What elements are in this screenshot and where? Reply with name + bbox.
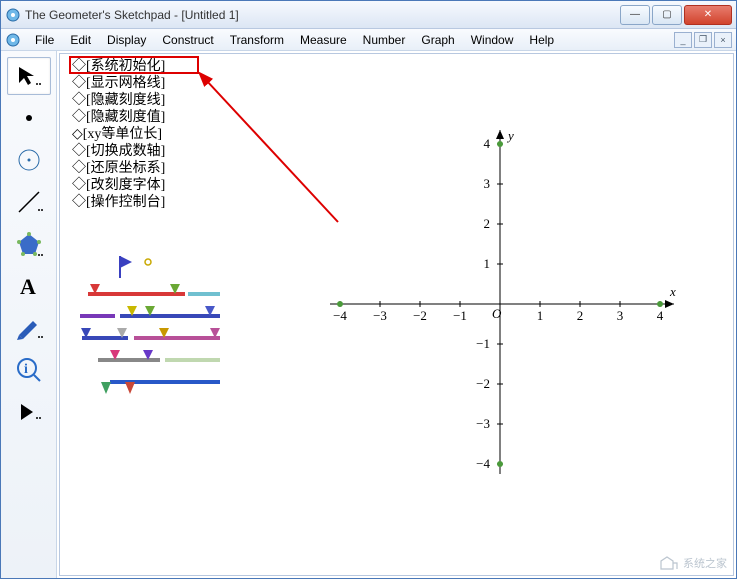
arrow-tool[interactable] [7,57,51,95]
script-item-hide-ticks[interactable]: ◇[隐藏刻度线] [72,92,165,109]
menu-help[interactable]: Help [521,31,562,49]
svg-text:−1: −1 [453,308,467,323]
svg-text:2: 2 [484,216,491,231]
menu-edit[interactable]: Edit [62,31,99,49]
svg-text:−2: −2 [476,376,490,391]
app-icon-small[interactable] [5,32,21,48]
minimize-button[interactable]: — [620,5,650,25]
svg-text:−4: −4 [476,456,490,471]
highlight-box [69,56,199,74]
custom-icon [15,400,43,424]
script-item-console[interactable]: ◇[操作控制台] [72,194,165,211]
watermark-text: 系统之家 [683,555,727,571]
svg-text:3: 3 [484,176,491,191]
svg-text:−3: −3 [373,308,387,323]
info-icon: i [16,357,42,383]
svg-text:−4: −4 [333,308,347,323]
svg-text:x: x [669,284,676,299]
doc-window-controls: _ ❐ × [674,32,732,48]
svg-text:−3: −3 [476,416,490,431]
svg-text:1: 1 [484,256,491,271]
menubar: File Edit Display Construct Transform Me… [1,29,736,51]
watermark-icon [659,555,679,571]
marker-icon [15,315,43,341]
menu-graph[interactable]: Graph [413,31,462,49]
info-tool[interactable]: i [7,351,51,389]
window-controls: — ▢ ✕ [618,5,732,25]
arrow-icon [15,64,43,88]
menu-number[interactable]: Number [355,31,414,49]
svg-text:4: 4 [484,136,491,151]
watermark: 系统之家 [659,555,727,571]
script-item-hide-values[interactable]: ◇[隐藏刻度值] [72,109,165,126]
compass-icon [16,147,42,173]
menu-display[interactable]: Display [99,31,154,49]
svg-text:i: i [24,362,28,377]
text-tool[interactable]: A [7,267,51,305]
custom-tool[interactable] [7,393,51,431]
titlebar: The Geometer's Sketchpad - [Untitled 1] … [1,1,736,29]
menu-file[interactable]: File [27,31,62,49]
point-icon [19,108,39,128]
polygon-tool[interactable] [7,225,51,263]
script-list: ◇[系统初始化] ◇[显示网格线] ◇[隐藏刻度线] ◇[隐藏刻度值] ◇[xy… [72,58,165,211]
svg-text:3: 3 [617,308,624,323]
menu-window[interactable]: Window [463,31,522,49]
doc-restore-button[interactable]: ❐ [694,32,712,48]
maximize-button[interactable]: ▢ [652,5,682,25]
polygon-icon [15,230,43,258]
point-tool[interactable] [7,99,51,137]
svg-text:1: 1 [537,308,544,323]
demo-shapes[interactable] [70,244,230,414]
script-item-number-axis[interactable]: ◇[切换成数轴] [72,143,165,160]
script-item-font[interactable]: ◇[改刻度字体] [72,177,165,194]
menu-measure[interactable]: Measure [292,31,355,49]
menu-construct[interactable]: Construct [154,31,221,49]
svg-text:A: A [20,274,36,298]
svg-text:y: y [506,128,514,143]
coordinate-system[interactable]: −4 −3 −2 −1 1 2 3 4 −4 −3 −2 −1 1 2 3 4 Ox y [320,124,700,504]
line-tool[interactable] [7,183,51,221]
svg-text:−2: −2 [413,308,427,323]
window-title: The Geometer's Sketchpad - [Untitled 1] [25,8,618,22]
app-body: A i ◇[系统初始化] ◇[显示网格线] ◇[隐藏刻度线] ◇[隐藏刻度值] … [1,51,736,578]
sketch-canvas[interactable]: ◇[系统初始化] ◇[显示网格线] ◇[隐藏刻度线] ◇[隐藏刻度值] ◇[xy… [59,53,734,576]
doc-close-button[interactable]: × [714,32,732,48]
svg-text:O: O [492,306,502,321]
compass-tool[interactable] [7,141,51,179]
script-item-grid[interactable]: ◇[显示网格线] [72,75,165,92]
marker-tool[interactable] [7,309,51,347]
script-item-equal-unit[interactable]: ◇[xy等单位长] [72,126,165,143]
text-icon: A [17,274,41,298]
app-window: The Geometer's Sketchpad - [Untitled 1] … [0,0,737,579]
svg-text:−1: −1 [476,336,490,351]
line-icon [15,188,43,216]
doc-minimize-button[interactable]: _ [674,32,692,48]
svg-text:4: 4 [657,308,664,323]
menu-transform[interactable]: Transform [222,31,292,49]
script-item-restore[interactable]: ◇[还原坐标系] [72,160,165,177]
svg-text:2: 2 [577,308,584,323]
close-button[interactable]: ✕ [684,5,732,25]
tool-palette: A i [1,51,57,578]
app-icon [5,7,21,23]
